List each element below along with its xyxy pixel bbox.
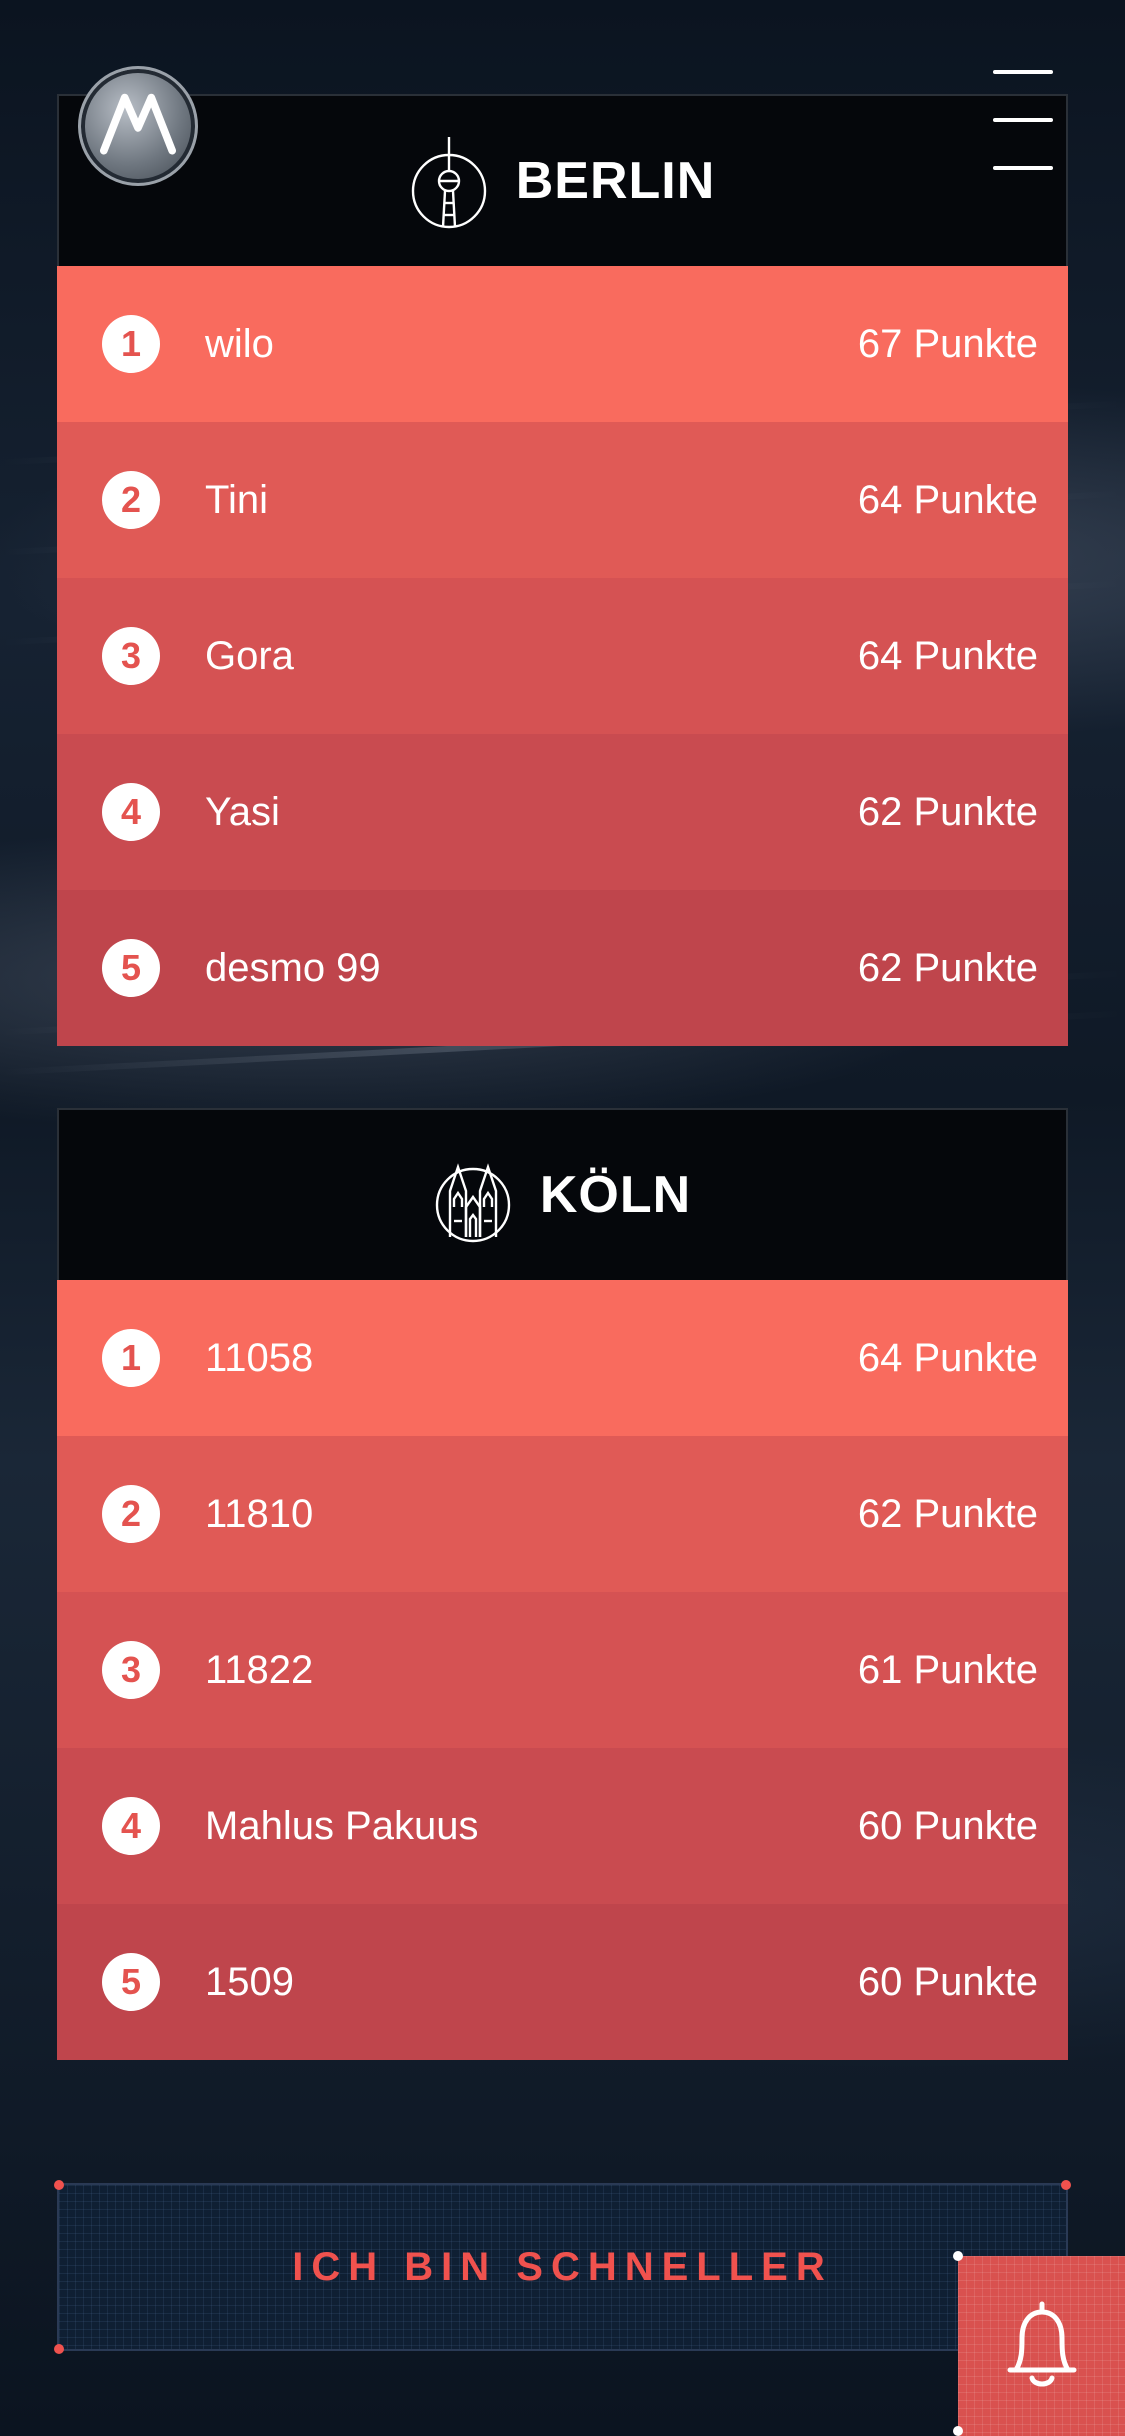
corner-dot	[953, 2251, 963, 2261]
leaderboard-row[interactable]: 3 11822 61 Punkte	[57, 1592, 1068, 1748]
leaderboard-row[interactable]: 4 Yasi 62 Punkte	[57, 734, 1068, 890]
rank-badge: 2	[102, 471, 160, 529]
rank-badge: 3	[102, 627, 160, 685]
city-header: BERLIN	[57, 94, 1068, 266]
corner-dot	[1061, 2180, 1071, 2190]
player-name: 11810	[205, 1491, 314, 1536]
notification-bell-button[interactable]	[958, 2256, 1125, 2436]
leaderboard-row[interactable]: 3 Gora 64 Punkte	[57, 578, 1068, 734]
rank-badge: 1	[102, 1329, 160, 1387]
player-name: Gora	[205, 633, 294, 678]
hamburger-menu-icon[interactable]	[993, 70, 1053, 174]
leaderboard-berlin: BERLIN 1 wilo 67 Punkte 2 Tini 64 Punkte…	[57, 94, 1068, 1046]
leaderboard-row[interactable]: 1 wilo 67 Punkte	[57, 266, 1068, 422]
player-name: 11058	[205, 1335, 314, 1380]
corner-dot	[953, 2426, 963, 2436]
player-name: Tini	[205, 477, 268, 522]
rank-badge: 5	[102, 939, 160, 997]
rank-badge: 4	[102, 1797, 160, 1855]
leaderboard-row[interactable]: 4 Mahlus Pakuus 60 Punkte	[57, 1748, 1068, 1904]
leaderboard-row[interactable]: 5 1509 60 Punkte	[57, 1904, 1068, 2060]
menu-bar	[993, 166, 1053, 170]
city-header: KÖLN	[57, 1108, 1068, 1280]
leaderboard-row[interactable]: 2 11810 62 Punkte	[57, 1436, 1068, 1592]
player-name: Yasi	[205, 789, 280, 834]
player-name: 1509	[205, 1959, 294, 2004]
rank-badge: 2	[102, 1485, 160, 1543]
leaderboard-koeln: KÖLN 1 11058 64 Punkte 2 11810 62 Punkte…	[57, 1108, 1068, 2060]
player-score: 64 Punkte	[857, 633, 1038, 678]
motorola-logo-icon[interactable]	[78, 66, 198, 186]
player-score: 64 Punkte	[857, 477, 1038, 522]
player-score: 67 Punkte	[857, 321, 1038, 366]
player-score: 62 Punkte	[857, 945, 1038, 990]
bell-icon	[1007, 2301, 1076, 2387]
menu-bar	[993, 70, 1053, 74]
rank-badge: 4	[102, 783, 160, 841]
player-name: desmo 99	[205, 945, 381, 990]
corner-dot	[54, 2180, 64, 2190]
player-name: 11822	[205, 1647, 314, 1692]
corner-dot	[54, 2344, 64, 2354]
player-score: 62 Punkte	[857, 789, 1038, 834]
rank-badge: 3	[102, 1641, 160, 1699]
cta-label: ICH BIN SCHNELLER	[292, 2244, 833, 2289]
player-score: 60 Punkte	[857, 1959, 1038, 2004]
player-score: 60 Punkte	[857, 1803, 1038, 1848]
menu-bar	[993, 118, 1053, 122]
leaderboard-row[interactable]: 2 Tini 64 Punkte	[57, 422, 1068, 578]
city-name: BERLIN	[515, 152, 716, 210]
city-name: KÖLN	[539, 1166, 692, 1224]
player-score: 61 Punkte	[857, 1647, 1038, 1692]
leaderboard-row[interactable]: 5 desmo 99 62 Punkte	[57, 890, 1068, 1046]
rank-badge: 5	[102, 1953, 160, 2011]
tv-tower-icon	[411, 137, 486, 229]
player-name: Mahlus Pakuus	[205, 1803, 479, 1848]
player-score: 64 Punkte	[857, 1335, 1038, 1380]
ich-bin-schneller-button[interactable]: ICH BIN SCHNELLER	[57, 2183, 1068, 2351]
rank-badge: 1	[102, 315, 160, 373]
player-name: wilo	[205, 321, 274, 366]
cathedral-icon	[435, 1163, 511, 1243]
leaderboard-row[interactable]: 1 11058 64 Punkte	[57, 1280, 1068, 1436]
player-score: 62 Punkte	[857, 1491, 1038, 1536]
